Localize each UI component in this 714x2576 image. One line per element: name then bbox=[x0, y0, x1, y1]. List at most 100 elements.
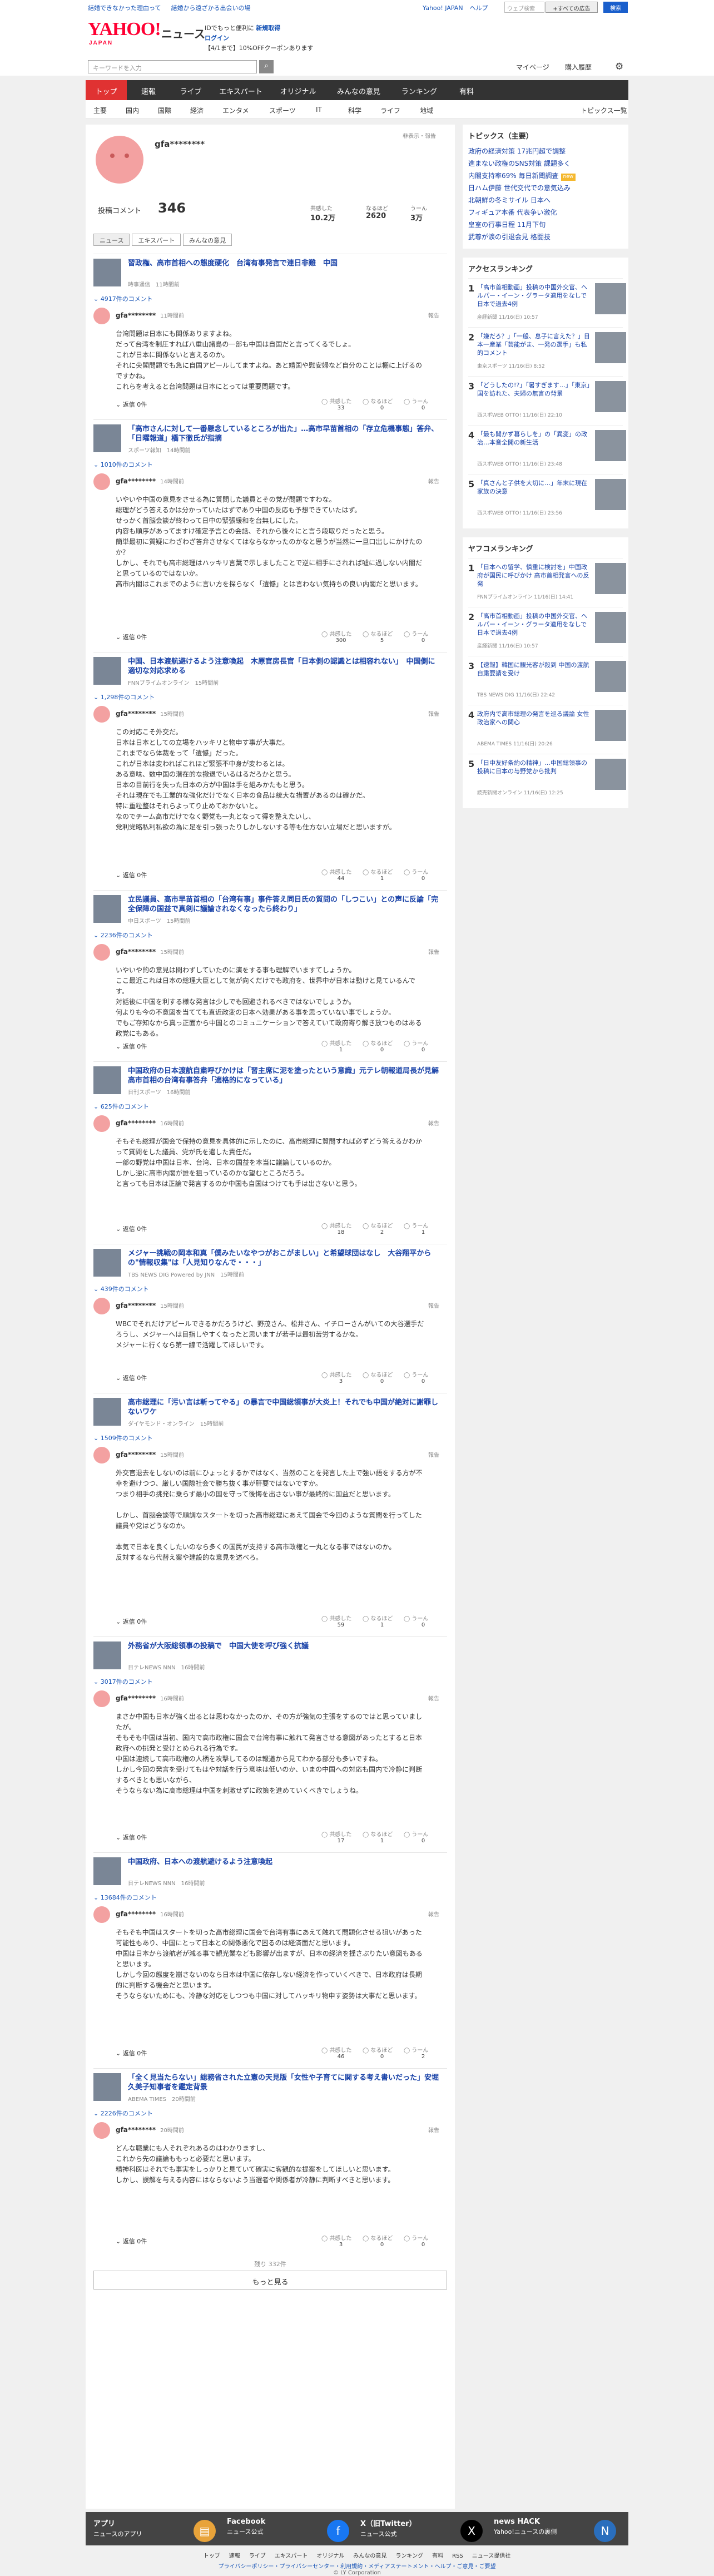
x-icon[interactable]: X bbox=[460, 2520, 483, 2542]
top-link-2[interactable]: 結婚から遠ざかる出会いの場 bbox=[171, 4, 250, 12]
gnav-tab-3[interactable]: エキスパート bbox=[211, 80, 270, 100]
article-title[interactable]: 習政権、高市首相への態度硬化 台湾有事発言で連日非難 中国 bbox=[128, 259, 439, 268]
report-link[interactable]: 報告 bbox=[428, 477, 439, 485]
ranking-item[interactable]: 5 「真さんと子供を大切に…」年末に現在 家族の決意 西スポWEB OTTO! 11… bbox=[468, 474, 626, 523]
report-link[interactable]: 報告 bbox=[428, 311, 439, 319]
reaction-2[interactable]: ◯ うーん 0 bbox=[404, 867, 443, 882]
ranking-item[interactable]: 3 【速報】韓国に観光客が殺到 中国の渡航自粛要請を受け TBS NEWS DIG … bbox=[468, 656, 626, 705]
login-link[interactable]: ログイン bbox=[205, 34, 229, 42]
facebook-icon[interactable]: f bbox=[327, 2520, 349, 2542]
rank-thumbnail[interactable] bbox=[595, 759, 626, 790]
reply-link[interactable]: ⌄ 返信 0件 bbox=[116, 2237, 147, 2246]
comment-count-link[interactable]: ⌄ 1509件のコメント bbox=[93, 1433, 153, 1442]
reaction-1[interactable]: ◯ なるほど 5 bbox=[363, 629, 401, 644]
article-title[interactable]: メジャー挑戦の岡本和真「僕みたいなやつがおこがましい」と希望球団はなし 大谷翔平… bbox=[128, 1249, 439, 1268]
reaction-2[interactable]: ◯ うーん 2 bbox=[404, 2045, 443, 2060]
report-link[interactable]: 報告 bbox=[428, 709, 439, 718]
footer-nav-link[interactable]: 速報 bbox=[229, 2553, 240, 2559]
tab-news[interactable]: ニュース bbox=[93, 234, 130, 246]
hide-report-link[interactable]: 非表示・報告 bbox=[403, 131, 436, 140]
reply-link[interactable]: ⌄ 返信 0件 bbox=[116, 400, 147, 409]
article-thumbnail[interactable] bbox=[93, 1398, 121, 1426]
gnav-tab-5[interactable]: みんなの意見 bbox=[326, 80, 391, 100]
reaction-0[interactable]: ◯ 共感した 3 bbox=[321, 2233, 360, 2248]
reply-link[interactable]: ⌄ 返信 0件 bbox=[116, 1833, 147, 1842]
gnav-tab-0[interactable]: トップ bbox=[86, 80, 127, 100]
reaction-0[interactable]: ◯ 共感した 3 bbox=[321, 1370, 360, 1385]
app-icon[interactable]: ▤ bbox=[194, 2520, 216, 2542]
footer-nav-link[interactable]: ライブ bbox=[249, 2553, 266, 2559]
gnav-tab-7[interactable]: 有料 bbox=[447, 80, 486, 100]
yahoo-japan-link[interactable]: Yahoo! JAPAN bbox=[423, 4, 463, 12]
ranking-item[interactable]: 4 「最も聞かず暮らしを」の「異変」の政治…本音全開の新生活 西スポWEB OTTO… bbox=[468, 425, 626, 474]
subnav-item-3[interactable]: 経済 bbox=[190, 106, 204, 115]
report-link[interactable]: 報告 bbox=[428, 1910, 439, 1918]
reaction-0[interactable]: ◯ 共感した 44 bbox=[321, 867, 360, 882]
report-link[interactable]: 報告 bbox=[428, 1301, 439, 1309]
footer-nav-link[interactable]: ランキング bbox=[395, 2553, 423, 2559]
reaction-0[interactable]: ◯ 共感した 17 bbox=[321, 1830, 360, 1844]
ranking-item[interactable]: 2 「高市首相動画」投稿の中国外交官、ヘルパー・イーン・グラータ適用をなしで 日本… bbox=[468, 607, 626, 656]
footer-nav-link[interactable]: RSS bbox=[452, 2553, 463, 2559]
reaction-0[interactable]: ◯ 共感した 46 bbox=[321, 2045, 360, 2060]
rank-thumbnail[interactable] bbox=[595, 430, 626, 461]
footer-box-1[interactable]: Facebook ニュース公式 f bbox=[227, 2518, 349, 2549]
subnav-item-5[interactable]: スポーツ bbox=[269, 106, 296, 115]
article-title[interactable]: 高市総理に「污い言は斬ってやる」の暴言で中国総領事が大炎上！それでも中国が絶対に… bbox=[128, 1398, 439, 1417]
article-thumbnail[interactable] bbox=[93, 895, 121, 923]
rank-thumbnail[interactable] bbox=[595, 332, 626, 363]
comment-count-link[interactable]: ⌄ 625件のコメント bbox=[93, 1102, 149, 1111]
footer-nav-link[interactable]: ニュース提供社 bbox=[472, 2553, 511, 2559]
reaction-2[interactable]: ◯ うーん 0 bbox=[404, 1039, 443, 1053]
topics-list-link[interactable]: トピックス一覧 bbox=[581, 106, 627, 115]
gnav-tab-2[interactable]: ライブ bbox=[170, 80, 211, 100]
footer-nav-link[interactable]: エキスパート bbox=[275, 2553, 308, 2559]
reaction-2[interactable]: ◯ うーん 0 bbox=[404, 1370, 443, 1385]
ranking-item[interactable]: 5 「日中友好条約の精神」…中国総領事の投稿に日本の与野党から批判 読売新聞オンライ… bbox=[468, 754, 626, 803]
rank-thumbnail[interactable] bbox=[595, 381, 626, 412]
signup-link[interactable]: 新規取得 bbox=[256, 24, 280, 32]
article-title[interactable]: 「高市さんに対して一番懸念しているところが出た」…高市早苗首相の「存立危機事態」… bbox=[128, 424, 439, 443]
reply-link[interactable]: ⌄ 返信 0件 bbox=[116, 1373, 147, 1382]
rank-thumbnail[interactable] bbox=[595, 283, 626, 314]
gnav-tab-1[interactable]: 速報 bbox=[127, 80, 170, 100]
topic-item[interactable]: 皇室の行事日程 11月下旬 bbox=[468, 219, 623, 231]
reaction-0[interactable]: ◯ 共感した 33 bbox=[321, 397, 360, 411]
report-link[interactable]: 報告 bbox=[428, 2125, 439, 2134]
article-thumbnail[interactable] bbox=[93, 1249, 121, 1277]
subnav-item-6[interactable]: IT bbox=[316, 106, 322, 113]
article-thumbnail[interactable] bbox=[93, 1066, 121, 1094]
subnav-item-1[interactable]: 国内 bbox=[126, 106, 139, 115]
comment-count-link[interactable]: ⌄ 2226件のコメント bbox=[93, 2109, 153, 2118]
ranking-item[interactable]: 1 「日本への留学、慎重に検討を」中国政府が国民に呼びかけ 高市首相発言への反発 F… bbox=[468, 558, 626, 607]
comment-count-link[interactable]: ⌄ 1,298件のコメント bbox=[93, 693, 155, 701]
article-title[interactable]: 「全く見当たらない」総務省された立憲の天見版「女性や子育てに関する考え書いだった… bbox=[128, 2073, 439, 2092]
mypage-link[interactable]: マイページ bbox=[516, 62, 549, 72]
legal-links[interactable]: プライバシーポリシー・プライバシーセンター・利用規約・メディアステートメント・ヘ… bbox=[0, 2562, 714, 2570]
article-thumbnail[interactable] bbox=[93, 657, 121, 685]
rank-thumbnail[interactable] bbox=[595, 710, 626, 741]
subnav-item-4[interactable]: エンタメ bbox=[222, 106, 249, 115]
gear-icon[interactable]: ⚙ bbox=[615, 61, 626, 72]
reply-link[interactable]: ⌄ 返信 0件 bbox=[116, 871, 147, 879]
comment-count-link[interactable]: ⌄ 1010件のコメント bbox=[93, 460, 153, 469]
subnav-item-2[interactable]: 国際 bbox=[158, 106, 171, 115]
reaction-1[interactable]: ◯ なるほど 0 bbox=[363, 2233, 401, 2248]
tab-opinion[interactable]: みんなの意見 bbox=[183, 234, 232, 246]
reply-link[interactable]: ⌄ 返信 0件 bbox=[116, 2049, 147, 2058]
footer-nav-link[interactable]: 有料 bbox=[432, 2553, 443, 2559]
comment-count-link[interactable]: ⌄ 3017件のコメント bbox=[93, 1677, 153, 1686]
news-search-input[interactable]: キーワードを入力 bbox=[88, 60, 257, 73]
reaction-1[interactable]: ◯ なるほど 1 bbox=[363, 1614, 401, 1628]
subnav-item-7[interactable]: 科学 bbox=[348, 106, 361, 115]
yahoo-logo[interactable]: YAHOO! bbox=[88, 19, 161, 40]
web-search-input[interactable]: ウェブ検索 bbox=[504, 2, 544, 13]
top-link-1[interactable]: 結婚できなかった理由って bbox=[88, 4, 161, 12]
footer-nav-link[interactable]: トップ bbox=[204, 2553, 220, 2559]
ranking-item[interactable]: 3 「どうしたの!?」「暑すぎます…」「東京」国を訪れた、夫婦の無言の背景 西スポW… bbox=[468, 376, 626, 425]
reaction-0[interactable]: ◯ 共感した 300 bbox=[321, 629, 360, 644]
reply-link[interactable]: ⌄ 返信 0件 bbox=[116, 1042, 147, 1051]
rank-title[interactable]: 「日本への留学、慎重に検討を」中国政府が国民に呼びかけ 高市首相発言への反発 bbox=[477, 563, 592, 588]
subnav-item-0[interactable]: 主要 bbox=[93, 106, 107, 115]
tab-expert[interactable]: エキスパート bbox=[132, 234, 181, 246]
